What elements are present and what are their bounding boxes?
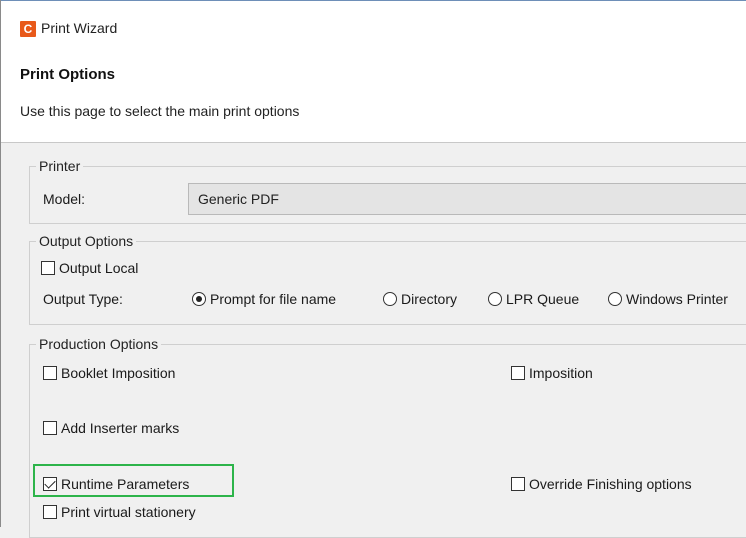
output-type-label: Output Type: — [43, 291, 123, 307]
model-label: Model: — [43, 191, 86, 207]
radio-prompt-dot[interactable] — [192, 292, 206, 306]
output-options-group: Output Options — [29, 233, 746, 325]
override-finishing-label: Override Finishing options — [529, 476, 692, 492]
booklet-imposition-checkbox[interactable]: Booklet Imposition — [43, 365, 175, 381]
print-virtual-stationery-box[interactable] — [43, 505, 57, 519]
print-virtual-stationery-label: Print virtual stationery — [61, 504, 196, 520]
runtime-parameters-label: Runtime Parameters — [61, 476, 190, 492]
radio-windows-label: Windows Printer — [626, 291, 728, 307]
production-options-legend: Production Options — [39, 336, 159, 352]
radio-prompt-label: Prompt for file name — [210, 291, 337, 307]
window-border-top — [0, 0, 746, 1]
radio-lpr-dot[interactable] — [488, 292, 502, 306]
output-local-box[interactable] — [41, 261, 55, 275]
output-local-checkbox[interactable]: Output Local — [41, 260, 138, 276]
radio-windows-printer[interactable]: Windows Printer — [608, 291, 728, 307]
radio-prompt-for-file-name[interactable]: Prompt for file name — [192, 291, 336, 307]
add-inserter-marks-checkbox[interactable]: Add Inserter marks — [43, 420, 179, 436]
output-options-legend: Output Options — [39, 233, 134, 249]
add-inserter-marks-box[interactable] — [43, 421, 57, 435]
radio-lpr-label: LPR Queue — [506, 291, 580, 307]
print-virtual-stationery-checkbox[interactable]: Print virtual stationery — [43, 504, 196, 520]
runtime-parameters-checkbox[interactable]: Runtime Parameters — [43, 476, 189, 492]
booklet-imposition-box[interactable] — [43, 366, 57, 380]
model-value: Generic PDF — [198, 191, 279, 207]
page-title: Print Options — [20, 66, 115, 83]
radio-lpr-queue[interactable]: LPR Queue — [488, 291, 579, 307]
app-logo-icon: C — [20, 21, 36, 37]
output-local-label: Output Local — [59, 260, 139, 276]
override-finishing-box[interactable] — [511, 477, 525, 491]
override-finishing-checkbox[interactable]: Override Finishing options — [511, 476, 692, 492]
imposition-box[interactable] — [511, 366, 525, 380]
radio-directory-dot[interactable] — [383, 292, 397, 306]
booklet-imposition-label: Booklet Imposition — [61, 365, 176, 381]
imposition-checkbox[interactable]: Imposition — [511, 365, 593, 381]
window-border-left — [0, 0, 1, 527]
runtime-parameters-box[interactable] — [43, 477, 57, 491]
printer-group-legend: Printer — [39, 158, 81, 174]
window-title: Print Wizard — [41, 20, 118, 36]
radio-directory-label: Directory — [401, 291, 458, 307]
imposition-label: Imposition — [529, 365, 593, 381]
radio-directory[interactable]: Directory — [383, 291, 457, 307]
add-inserter-marks-label: Add Inserter marks — [61, 420, 180, 436]
radio-windows-dot[interactable] — [608, 292, 622, 306]
page-description: Use this page to select the main print o… — [20, 103, 300, 119]
